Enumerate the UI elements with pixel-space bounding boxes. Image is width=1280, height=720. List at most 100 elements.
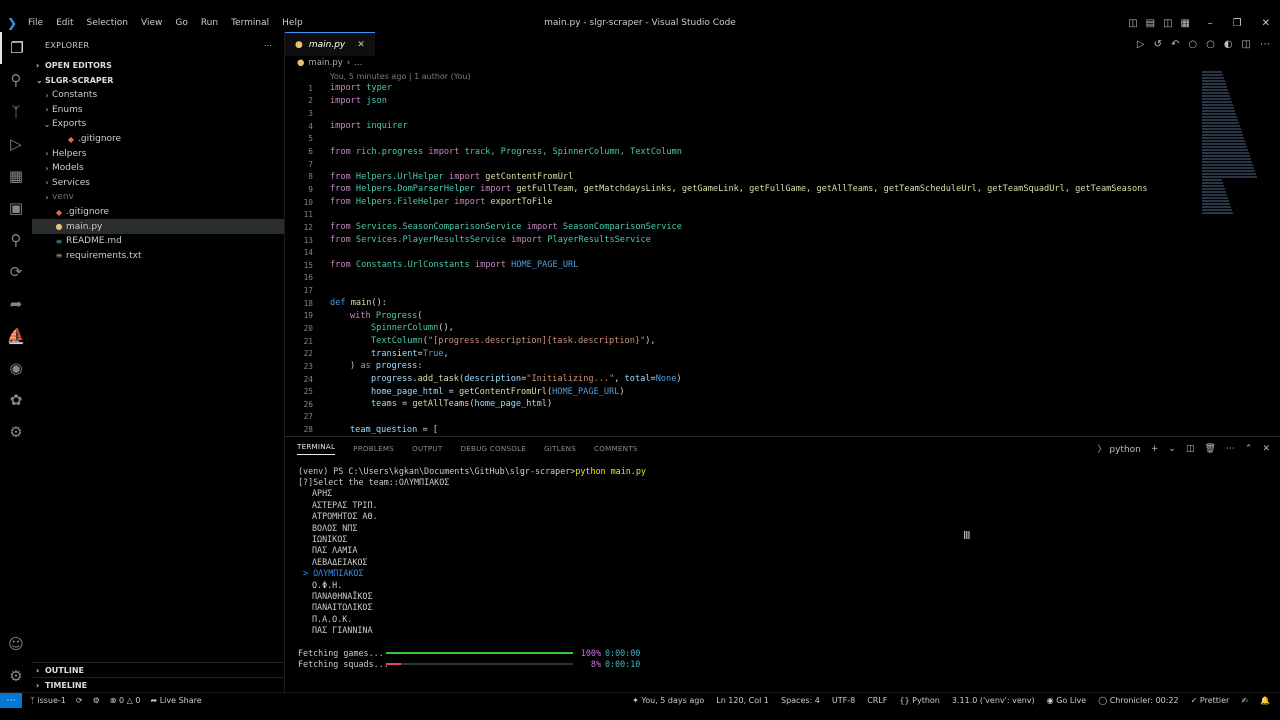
team-option[interactable]: ΑΡΗΣ [298, 488, 646, 499]
tree-folder[interactable]: › Services [32, 176, 284, 191]
next-change-icon[interactable]: ○ [1206, 39, 1215, 50]
minimap[interactable] [1202, 70, 1258, 240]
gitlens-icon[interactable]: ⟳ [0, 256, 32, 288]
tree-file[interactable]: ◆ .gitignore [32, 132, 284, 147]
end-of-line[interactable]: CRLF [867, 696, 887, 705]
team-option[interactable]: Π.Α.Ο.Κ. [298, 613, 646, 624]
go-back-icon[interactable]: ↶ [1171, 39, 1179, 50]
tab-gitlens[interactable]: GITLENS [544, 444, 576, 453]
open-editors-section[interactable]: › OPEN EDITORS [32, 58, 284, 73]
tree-file[interactable]: ≡ README.md [32, 234, 284, 249]
team-option[interactable]: ΑΣΤΕΡΑΣ ΤΡΙΠ. [298, 499, 646, 510]
menu-view[interactable]: View [141, 18, 162, 28]
restore-icon[interactable]: ❐ [1233, 18, 1242, 29]
breadcrumb-symbol[interactable]: ... [354, 58, 362, 68]
team-option[interactable]: ΠΑΝΑΙΤΩΛΙΚΟΣ [298, 602, 646, 613]
new-terminal-icon[interactable]: + [1151, 444, 1159, 454]
close-window-icon[interactable]: ✕ [1262, 18, 1270, 29]
code-view[interactable]: 1 import typer 2 import json 3 4 import inq… [285, 82, 1185, 436]
close-panel-icon[interactable]: ✕ [1262, 444, 1270, 454]
project-section[interactable]: ⌄ SLGR-SCRAPER [32, 73, 284, 88]
chronicler-item[interactable]: ◯ Chronicler: 00:22 [1098, 696, 1178, 705]
menu-selection[interactable]: Selection [87, 18, 128, 28]
toggle-panel-icon[interactable]: ▤ [1146, 18, 1155, 29]
tree-folder[interactable]: › venv [32, 190, 284, 205]
run-python-icon[interactable]: ▷ [1137, 39, 1145, 50]
problems-item[interactable]: ⊗ 0 △ 0 [110, 696, 141, 705]
search-icon[interactable]: ⚲ [0, 64, 32, 96]
team-option[interactable]: ΛΕΒΑΔΕΙΑΚΟΣ [298, 556, 646, 567]
run-debug-icon[interactable]: ▷ [0, 128, 32, 160]
indentation[interactable]: Spaces: 4 [781, 696, 820, 705]
team-option[interactable]: ΙΩΝΙΚΟΣ [298, 533, 646, 544]
split-editor-icon[interactable]: ◫ [1242, 39, 1251, 50]
menu-help[interactable]: Help [282, 18, 303, 28]
github-icon[interactable]: ◉ [0, 352, 32, 384]
extensions-icon[interactable]: ▦ [0, 160, 32, 192]
python-interpreter[interactable]: 3.11.0 ('venv': venv) [952, 696, 1035, 705]
split-terminal-icon[interactable]: ◫ [1186, 444, 1195, 454]
tree-file[interactable]: ● main.py [32, 219, 284, 234]
codelens-blame[interactable]: You, 5 minutes ago | 1 author (You) [330, 72, 471, 81]
git-blame-item[interactable]: ✦ You, 5 days ago [632, 696, 704, 705]
maximize-panel-icon[interactable]: ⌃ [1245, 444, 1253, 454]
tree-folder[interactable]: › Enums [32, 103, 284, 118]
menu-terminal[interactable]: Terminal [231, 18, 269, 28]
publish-icon[interactable]: ⚙ [93, 696, 100, 705]
previous-change-icon[interactable]: ○ [1188, 39, 1197, 50]
team-option[interactable]: ΠΑΝΑΘΗΝΑΪΚΟΣ [298, 590, 646, 601]
toggle-sidebar-icon[interactable]: ◫ [1128, 18, 1137, 29]
live-share-icon[interactable]: ➦ [0, 288, 32, 320]
team-option[interactable]: ΠΑΣ ΛΑΜΙΑ [298, 545, 646, 556]
terminal-shell-selector[interactable]: 〉 python [1097, 442, 1140, 455]
explorer-icon[interactable]: ❐ [0, 32, 32, 64]
menu-go[interactable]: Go [175, 18, 187, 28]
settings-sync-icon[interactable]: ⚙ [0, 416, 32, 448]
testing-icon[interactable]: ⚲ [0, 224, 32, 256]
prettier-item[interactable]: ✓ Prettier [1191, 696, 1230, 705]
more-actions-icon[interactable]: ⋯ [264, 41, 272, 50]
team-option[interactable]: ΠΑΣ ΓΙΑΝΝΙΝΑ [298, 624, 646, 635]
outline-section[interactable]: › OUTLINE [32, 662, 284, 677]
minimize-icon[interactable]: – [1208, 18, 1213, 29]
terminal-output[interactable]: (venv) PS C:\Users\kgkan\Documents\GitHu… [298, 465, 646, 670]
menu-run[interactable]: Run [201, 18, 218, 28]
team-option[interactable]: > ΟΛΥΜΠΙΑΚΟΣ [298, 568, 646, 579]
tab-output[interactable]: OUTPUT [412, 444, 443, 453]
timeline-section[interactable]: › TIMELINE [32, 677, 284, 692]
menu-file[interactable]: File [28, 18, 43, 28]
tab-terminal[interactable]: TERMINAL [297, 442, 336, 455]
tree-file[interactable]: ◆ .gitignore [32, 205, 284, 220]
accounts-icon[interactable]: ☺ [0, 628, 32, 660]
toggle-secondary-sidebar-icon[interactable]: ◫ [1163, 18, 1172, 29]
team-option[interactable]: ΑΤΡΟΜΗΤΟΣ ΑΘ. [298, 511, 646, 522]
tab-debug-console[interactable]: DEBUG CONSOLE [460, 444, 526, 453]
branch-item[interactable]: ᛉ issue-1 [30, 696, 66, 705]
tree-file[interactable]: ≡ requirements.txt [32, 249, 284, 264]
open-changes-icon[interactable]: ◐ [1224, 39, 1233, 50]
breadcrumb-file[interactable]: main.py [308, 58, 342, 68]
remote-explorer-icon[interactable]: ▣ [0, 192, 32, 224]
cursor-position[interactable]: Ln 120, Col 1 [716, 696, 769, 705]
tree-folder[interactable]: ⌄ Exports [32, 117, 284, 132]
more-actions-icon[interactable]: ⋯ [1260, 39, 1270, 50]
tab-comments[interactable]: COMMENTS [594, 444, 638, 453]
live-share-item[interactable]: ➦ Live Share [150, 696, 201, 705]
remote-indicator-icon[interactable]: ⋯ [0, 692, 22, 709]
customize-layout-icon[interactable]: ▦ [1181, 18, 1190, 29]
tab-main-py[interactable]: ● main.py ✕ [285, 32, 375, 56]
team-option[interactable]: Ο.Φ.Η. [298, 579, 646, 590]
go-live-item[interactable]: ◉ Go Live [1047, 696, 1087, 705]
notifications-icon[interactable]: 🔔 [1260, 696, 1270, 705]
mongodb-icon[interactable]: ✿ [0, 384, 32, 416]
source-control-icon[interactable]: ᛉ [0, 96, 32, 128]
sync-icon[interactable]: ⟳ [76, 696, 83, 705]
tree-folder[interactable]: › Helpers [32, 146, 284, 161]
file-history-icon[interactable]: ↺ [1154, 39, 1162, 50]
feedback-icon[interactable]: ✍ [1241, 696, 1248, 705]
docker-icon[interactable]: ⛵ [0, 320, 32, 352]
encoding[interactable]: UTF-8 [832, 696, 855, 705]
manage-gear-icon[interactable]: ⚙ [0, 660, 32, 692]
team-option[interactable]: ΒΟΛΟΣ ΝΠΣ [298, 522, 646, 533]
close-tab-icon[interactable]: ✕ [357, 40, 365, 50]
